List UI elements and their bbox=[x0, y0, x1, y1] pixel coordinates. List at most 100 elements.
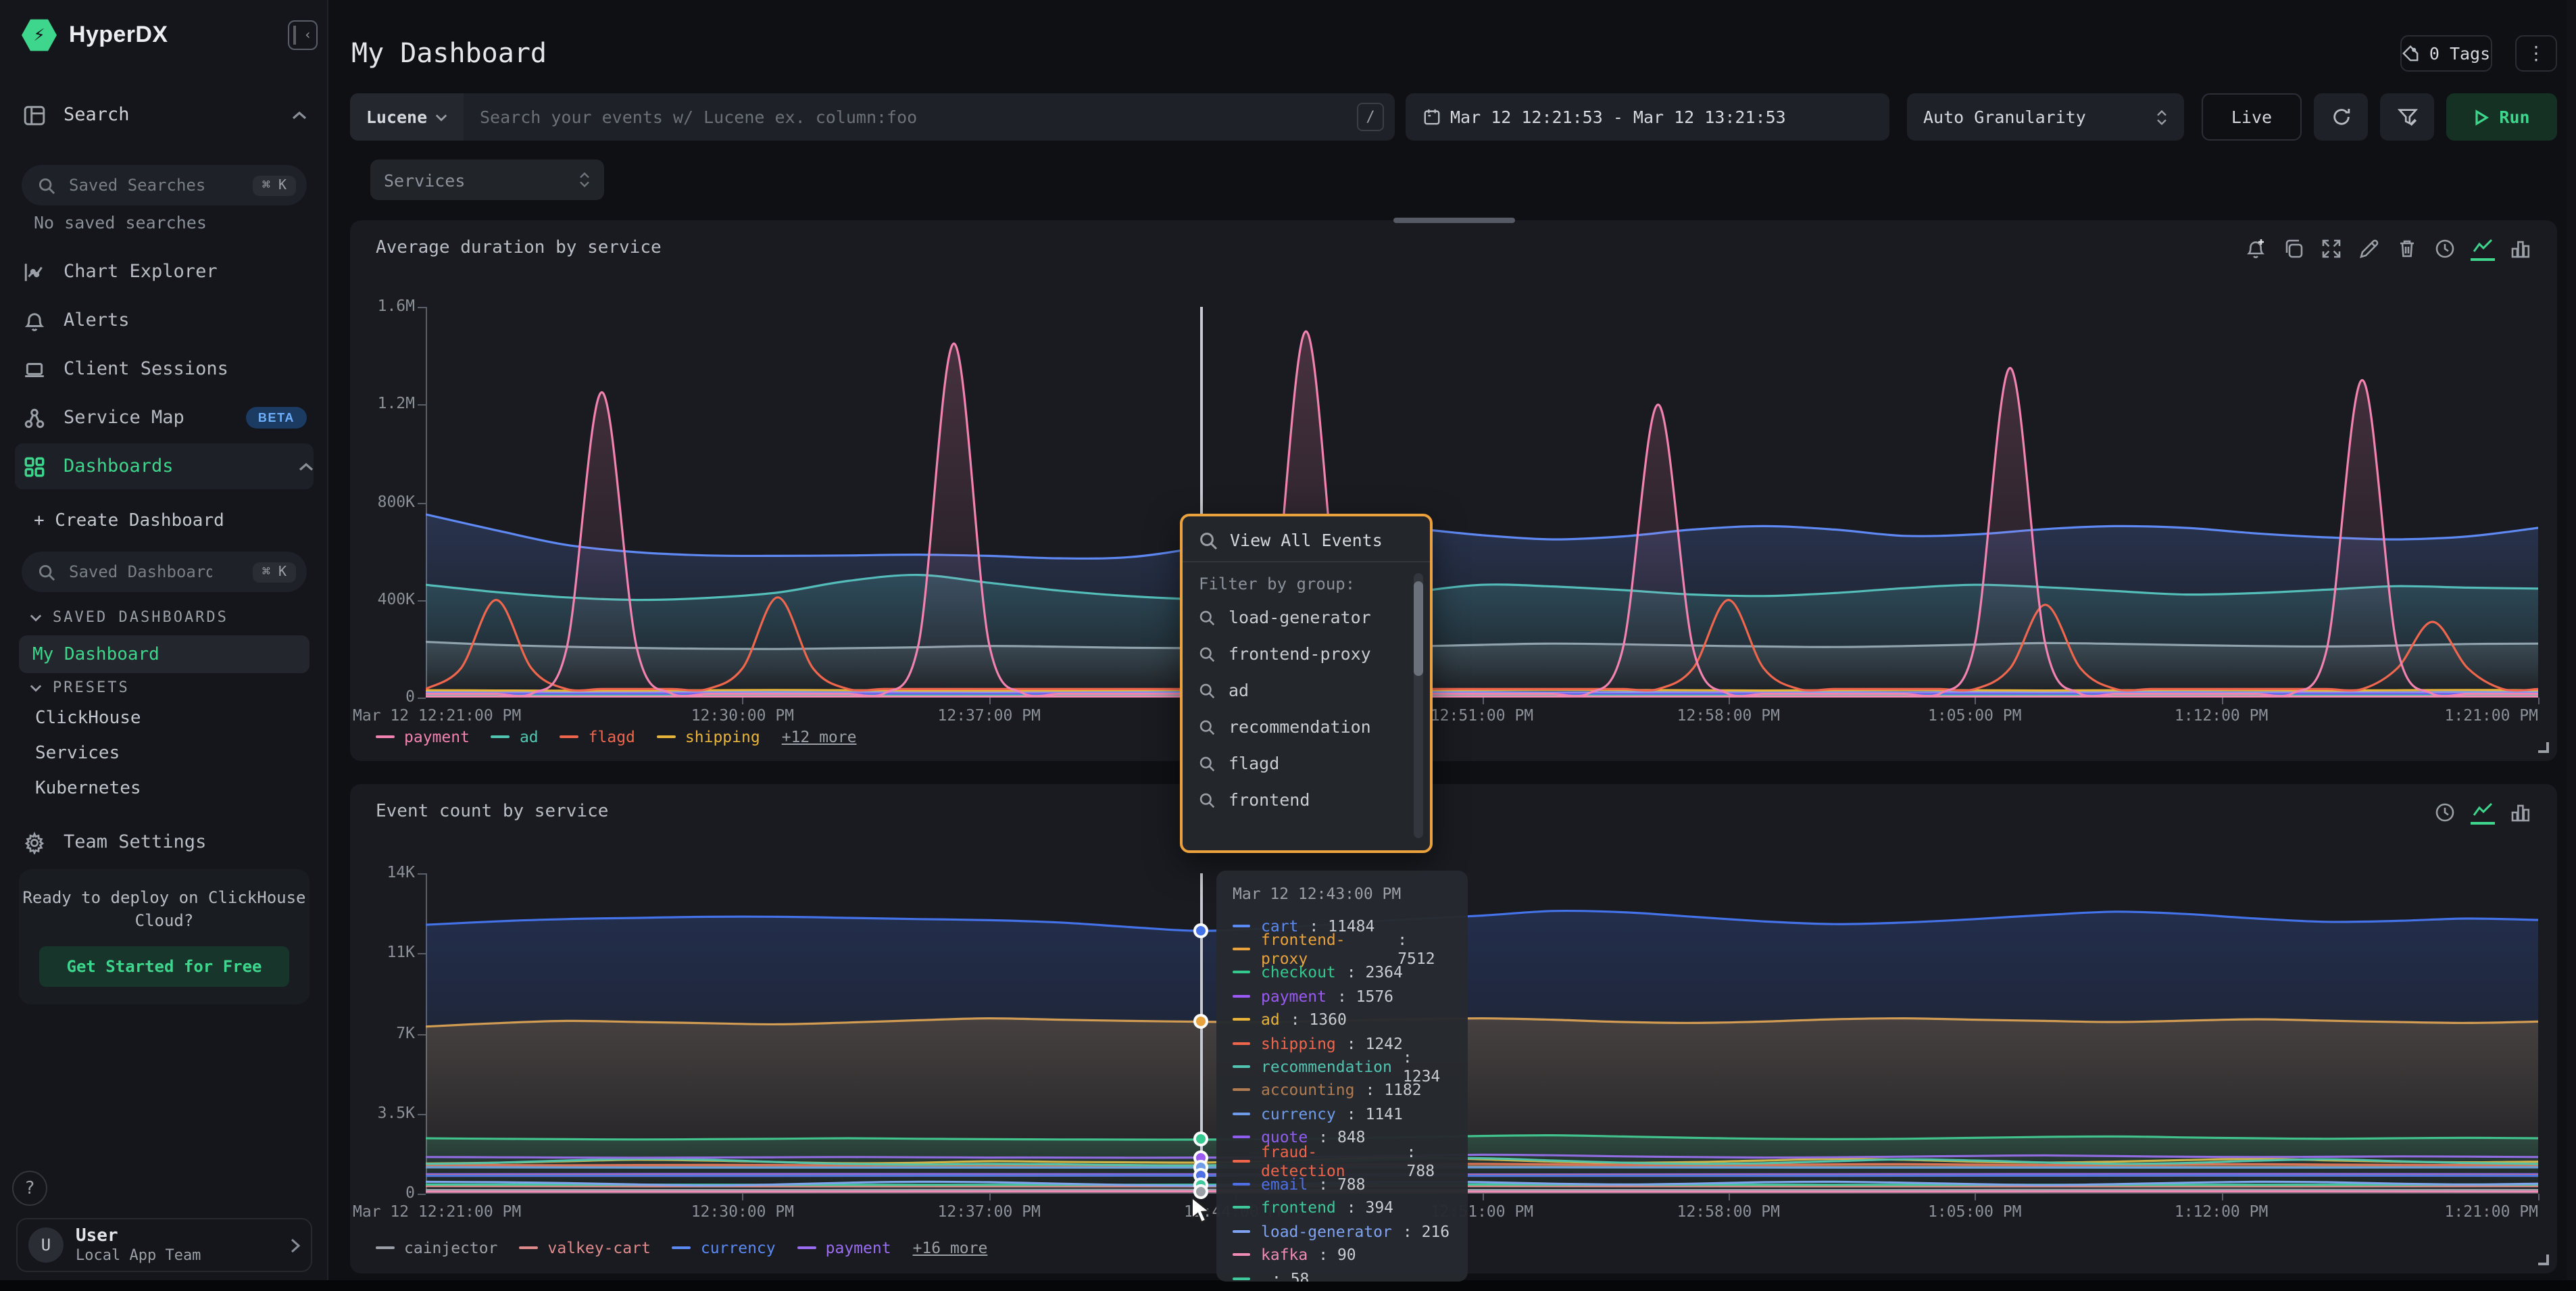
filter-group-item[interactable]: frontend bbox=[1183, 781, 1430, 818]
help-button[interactable]: ? bbox=[12, 1171, 47, 1206]
legend-item[interactable]: payment bbox=[797, 1238, 891, 1257]
saved-dashboards-input[interactable]: ⌘ K bbox=[22, 552, 307, 592]
filter-group-item[interactable]: load-generator bbox=[1183, 599, 1430, 635]
bar-chart-toggle-icon[interactable] bbox=[2508, 800, 2533, 825]
chart-context-popup: View All Events Filter by group: load-ge… bbox=[1180, 514, 1433, 853]
filter-button[interactable] bbox=[2380, 93, 2434, 141]
saved-searches-input[interactable]: ⌘ K bbox=[22, 165, 307, 205]
y-tick-mark bbox=[418, 1194, 426, 1195]
saved-dashboards-section[interactable]: SAVED DASHBOARDS bbox=[30, 608, 228, 626]
date-range-picker[interactable]: Mar 12 12:21:53 - Mar 12 13:21:53 bbox=[1406, 93, 1889, 141]
run-button[interactable]: Run bbox=[2446, 93, 2557, 141]
search-icon bbox=[1199, 609, 1215, 625]
legend-item[interactable]: flagd bbox=[560, 727, 635, 746]
select-chevrons-icon bbox=[578, 172, 591, 188]
refresh-button[interactable] bbox=[2314, 93, 2368, 141]
query-language-select[interactable]: Lucene bbox=[350, 93, 464, 141]
sidebar-item-clickhouse[interactable]: ClickHouse bbox=[19, 700, 309, 735]
app-root: ⚡ HyperDX ‹ Search ⌘ K No saved searches… bbox=[0, 0, 2576, 1291]
search-icon bbox=[1199, 718, 1215, 735]
popup-scrollbar[interactable] bbox=[1414, 573, 1423, 838]
tooltip-row: payment: 1576 bbox=[1233, 984, 1452, 1008]
history-icon[interactable] bbox=[2433, 237, 2457, 261]
services-select[interactable]: Services bbox=[370, 160, 604, 200]
filter-group-item[interactable]: recommendation bbox=[1183, 708, 1430, 745]
sidebar-item-my-dashboard[interactable]: My Dashboard bbox=[19, 635, 309, 673]
bar-chart-toggle-icon[interactable] bbox=[2508, 237, 2533, 261]
y-tick-mark bbox=[418, 954, 426, 955]
history-icon[interactable] bbox=[2433, 800, 2457, 825]
chart-average-duration[interactable] bbox=[426, 307, 2538, 698]
line-chart-toggle-icon[interactable] bbox=[2471, 237, 2495, 261]
legend-item[interactable]: cainjector bbox=[376, 1238, 498, 1257]
filter-group-item[interactable]: flagd bbox=[1183, 745, 1430, 781]
panel-toolbar bbox=[2433, 800, 2533, 825]
duplicate-icon[interactable] bbox=[2281, 237, 2306, 261]
edit-icon[interactable] bbox=[2357, 237, 2381, 261]
sidebar-item-alerts[interactable]: Alerts bbox=[22, 300, 307, 341]
dashboard-menu-button[interactable]: ⋮ bbox=[2515, 35, 2557, 72]
sidebar-item-kubernetes[interactable]: Kubernetes bbox=[19, 771, 309, 806]
slash-shortcut-badge: / bbox=[1357, 103, 1384, 131]
clickhouse-cloud-promo: Ready to deploy on ClickHouseCloud? Get … bbox=[19, 869, 309, 1004]
line-chart-toggle-icon[interactable] bbox=[2471, 800, 2495, 825]
series-dash bbox=[376, 1246, 395, 1250]
chevron-up-icon[interactable] bbox=[299, 456, 314, 477]
delete-icon[interactable] bbox=[2395, 237, 2419, 261]
sidebar-item-services[interactable]: Services bbox=[19, 735, 309, 771]
x-tick-mark bbox=[2221, 698, 2223, 704]
sidebar-item-dashboards[interactable]: Dashboards bbox=[15, 443, 314, 489]
presets-section[interactable]: PRESETS bbox=[30, 679, 130, 696]
live-button[interactable]: Live bbox=[2202, 93, 2302, 141]
create-dashboard-button[interactable]: + Create Dashboard bbox=[34, 511, 224, 531]
legend-more-link[interactable]: +12 more bbox=[782, 727, 857, 746]
series-dash bbox=[797, 1246, 816, 1250]
panel-resize-handle[interactable] bbox=[2538, 742, 2549, 753]
search-icon bbox=[38, 176, 55, 194]
legend-item[interactable]: payment bbox=[376, 727, 470, 746]
brand-name: HyperDX bbox=[69, 22, 168, 49]
view-all-events-button[interactable]: View All Events bbox=[1183, 516, 1430, 561]
user-team: Local App Team bbox=[76, 1246, 201, 1264]
legend-more-link[interactable]: +16 more bbox=[913, 1238, 988, 1257]
granularity-select[interactable]: Auto Granularity bbox=[1907, 93, 2184, 141]
laptop-icon bbox=[22, 356, 47, 382]
get-started-button[interactable]: Get Started for Free bbox=[39, 946, 289, 987]
tags-button[interactable]: 0 Tags bbox=[2400, 35, 2492, 72]
legend-item[interactable]: shipping bbox=[657, 727, 760, 746]
event-search-input[interactable] bbox=[464, 107, 1357, 127]
sidebar-item-client-sessions[interactable]: Client Sessions bbox=[22, 349, 307, 389]
sidebar-item-chart-explorer[interactable]: Chart Explorer bbox=[22, 251, 307, 292]
y-axis-label: 14K bbox=[334, 862, 415, 881]
x-tick-mark bbox=[1729, 698, 1730, 704]
user-name: User bbox=[76, 1226, 201, 1246]
page-scrollbar-track[interactable] bbox=[2567, 0, 2576, 1280]
sidebar-item-team-settings[interactable]: Team Settings bbox=[22, 822, 307, 862]
sidebar-item-label: Team Settings bbox=[64, 831, 206, 853]
tooltip-row: frontend: 394 bbox=[1233, 1196, 1452, 1219]
filter-group-item[interactable]: ad bbox=[1183, 672, 1430, 708]
panel-drag-handle[interactable] bbox=[1393, 218, 1515, 223]
expand-icon[interactable] bbox=[2319, 237, 2344, 261]
legend-item[interactable]: currency bbox=[672, 1238, 776, 1257]
tooltip-timestamp: Mar 12 12:43:00 PM bbox=[1233, 884, 1452, 903]
search-icon bbox=[1199, 755, 1215, 771]
legend-item[interactable]: ad bbox=[491, 727, 539, 746]
chevron-up-icon[interactable] bbox=[292, 104, 307, 126]
chart-title: Average duration by service bbox=[376, 238, 662, 258]
series-dash bbox=[657, 735, 676, 739]
legend-item[interactable]: valkey-cart bbox=[520, 1238, 651, 1257]
filter-group-item[interactable]: frontend-proxy bbox=[1183, 635, 1430, 672]
sidebar-item-service-map[interactable]: Service Map BETA bbox=[22, 397, 307, 438]
y-axis-label: 11K bbox=[334, 943, 415, 962]
alert-add-icon[interactable] bbox=[2244, 237, 2268, 261]
presets-list: ClickHouseServicesKubernetes bbox=[19, 700, 309, 806]
user-card[interactable]: U User Local App Team bbox=[16, 1218, 312, 1272]
x-axis-label: 12:37:00 PM bbox=[938, 1202, 1041, 1221]
chart-event-count[interactable] bbox=[426, 873, 2538, 1194]
filter-by-group-label: Filter by group: bbox=[1183, 562, 1430, 599]
sidebar-item-search[interactable]: Search bbox=[22, 95, 307, 135]
sidebar-collapse-icon[interactable]: ‹ bbox=[288, 20, 318, 50]
series-dash bbox=[376, 735, 395, 739]
panel-resize-handle[interactable] bbox=[2538, 1255, 2549, 1265]
